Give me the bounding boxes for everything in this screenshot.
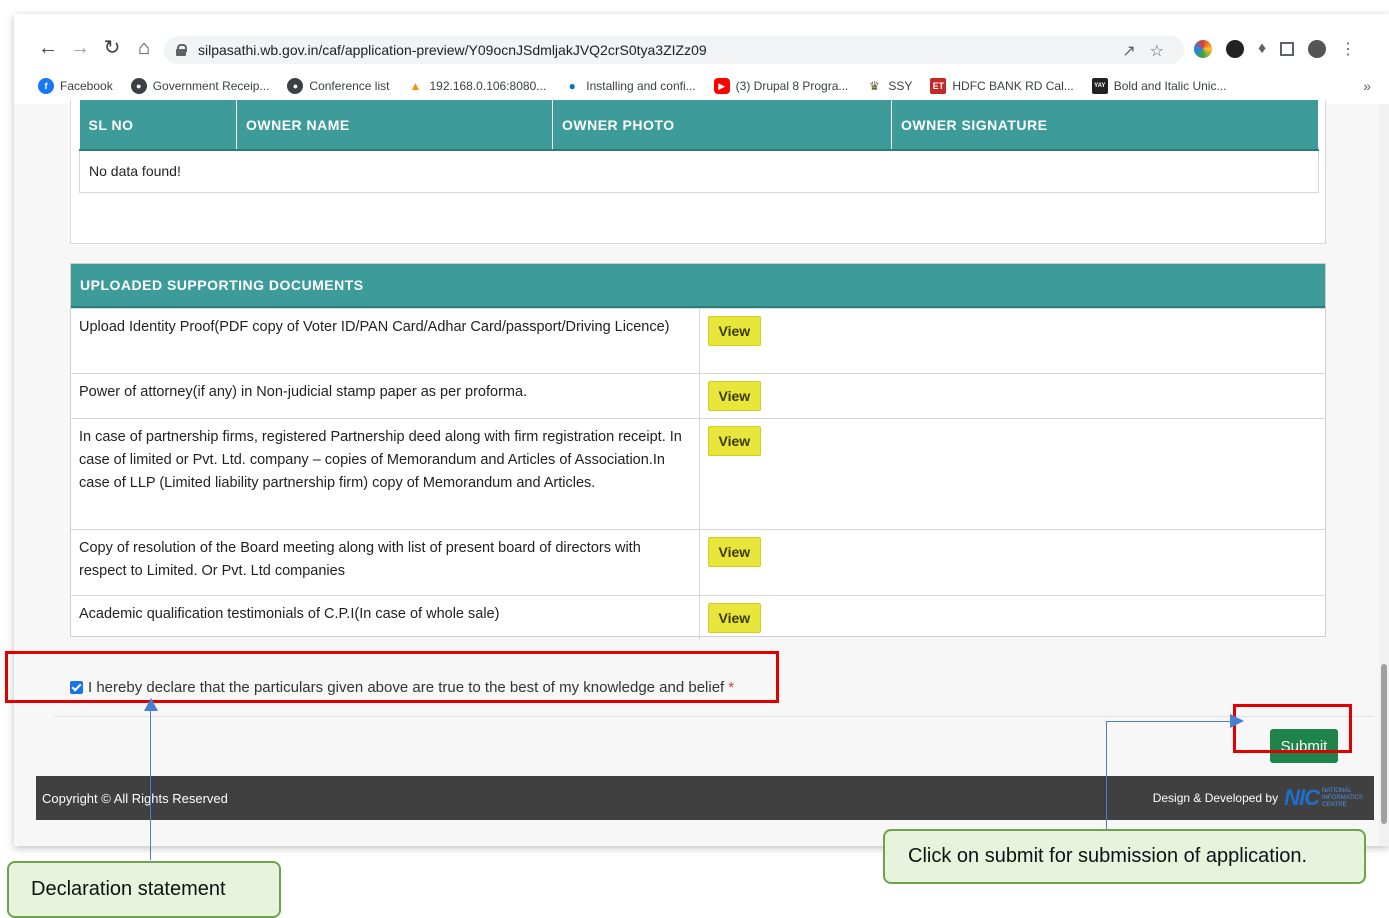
yaytext-icon: YAY	[1091, 78, 1108, 94]
browser-toolbar: ← → ↻ ⌂ silpasathi.wb.gov.in/caf/applica…	[14, 14, 1389, 70]
owners-table: SL NO OWNER NAME OWNER PHOTO OWNER SIGNA…	[79, 100, 1319, 193]
bookmarks-more-icon[interactable]: »	[1363, 78, 1371, 94]
lock-icon	[176, 44, 187, 56]
et-icon: ET	[930, 78, 947, 94]
youtube-icon: ▶	[713, 78, 730, 94]
bookmark-government-receipt[interactable]: ● Government Receip...	[130, 78, 269, 94]
address-bar[interactable]: silpasathi.wb.gov.in/caf/application-pre…	[164, 36, 1184, 64]
view-power-of-attorney-button[interactable]: View	[707, 381, 762, 411]
star-icon[interactable]: ☆	[1150, 41, 1164, 61]
home-icon[interactable]: ⌂	[132, 36, 156, 60]
pma-icon: ▲	[409, 79, 422, 93]
submit-area: Submit	[54, 716, 1374, 776]
document-description: Academic qualification testimonials of C…	[71, 595, 700, 640]
page-content: SL NO OWNER NAME OWNER PHOTO OWNER SIGNA…	[14, 100, 1389, 846]
nic-logo: NIC NATIONAL INFORMATICS CENTRE	[1284, 785, 1363, 810]
submit-arrowhead-icon	[1230, 714, 1244, 728]
table-row: No data found!	[79, 149, 1319, 193]
declaration-arrow-line	[150, 710, 151, 860]
facebook-icon: f	[38, 78, 54, 94]
submit-arrow-horizontal	[1106, 721, 1232, 722]
extension-colorpicker-icon[interactable]	[1194, 40, 1212, 58]
view-partnership-deed-button[interactable]: View	[707, 426, 762, 456]
profile-avatar-icon[interactable]	[1308, 40, 1327, 58]
declaration-highlight	[5, 651, 779, 703]
emblem-icon: ♛	[868, 79, 880, 93]
document-description: Power of attorney(if any) in Non-judicia…	[71, 373, 700, 419]
submit-arrow-vertical	[1106, 721, 1107, 831]
bookmark-installing[interactable]: ● Installing and confi...	[564, 78, 696, 94]
scrollbar-thumb[interactable]	[1381, 664, 1387, 824]
back-icon[interactable]: ←	[36, 36, 60, 60]
url-text: silpasathi.wb.gov.in/caf/application-pre…	[198, 42, 707, 58]
page-footer: Copyright © All Rights Reserved Design &…	[36, 776, 1374, 820]
bookmark-bold-italic[interactable]: YAY Bold and Italic Unic...	[1091, 78, 1226, 94]
column-sl-no: SL NO	[79, 100, 237, 151]
documents-panel: UPLOADED SUPPORTING DOCUMENTS Upload Ide…	[70, 263, 1326, 640]
empty-message: No data found!	[79, 149, 1319, 193]
bookmark-pma[interactable]: ▲ 192.168.0.106:8080...	[407, 78, 547, 94]
bookmark-drupal-youtube[interactable]: ▶ (3) Drupal 8 Progra...	[713, 78, 848, 94]
page-scrollbar[interactable]	[1379, 104, 1389, 846]
side-panel-icon[interactable]	[1280, 42, 1295, 56]
bookmark-facebook[interactable]: f Facebook	[38, 78, 113, 94]
drupal-icon: ●	[568, 79, 576, 93]
submit-callout: Click on submit for submission of applic…	[883, 829, 1366, 884]
owners-panel: SL NO OWNER NAME OWNER PHOTO OWNER SIGNA…	[70, 100, 1326, 244]
table-row: Upload Identity Proof(PDF copy of Voter …	[71, 308, 1325, 374]
extensions-puzzle-icon[interactable]: ♦	[1258, 40, 1266, 58]
forward-icon[interactable]: →	[68, 36, 92, 60]
table-row: In case of partnership firms, registered…	[71, 418, 1325, 530]
reload-icon[interactable]: ↻	[100, 36, 124, 60]
column-owner-name: OWNER NAME	[236, 100, 553, 151]
extension-dark-icon[interactable]	[1226, 40, 1244, 58]
documents-heading: UPLOADED SUPPORTING DOCUMENTS	[71, 264, 1325, 308]
submit-highlight	[1233, 704, 1352, 753]
bookmark-conference-list[interactable]: ● Conference list	[287, 78, 389, 94]
table-row: Copy of resolution of the Board meeting …	[71, 529, 1325, 596]
document-description: In case of partnership firms, registered…	[71, 418, 700, 530]
copyright-text: Copyright © All Rights Reserved	[42, 790, 228, 806]
column-owner-signature: OWNER SIGNATURE	[891, 100, 1319, 151]
bookmark-hdfc[interactable]: ET HDFC BANK RD Cal...	[930, 78, 1074, 94]
globe-icon: ●	[287, 78, 304, 94]
bookmarks-bar: f Facebook ● Government Receip... ● Confere…	[14, 74, 1389, 98]
view-identity-proof-button[interactable]: View	[707, 316, 762, 346]
table-row: Academic qualification testimonials of C…	[71, 595, 1325, 640]
document-description: Copy of resolution of the Board meeting …	[71, 529, 700, 596]
credit-text: Design & Developed by	[1152, 791, 1279, 805]
declaration-arrowhead-icon	[144, 698, 158, 711]
globe-icon: ●	[130, 78, 147, 94]
declaration-callout: Declaration statement	[7, 861, 281, 918]
column-owner-photo: OWNER PHOTO	[552, 100, 892, 151]
table-row: Power of attorney(if any) in Non-judicia…	[71, 373, 1325, 419]
bookmark-ssy[interactable]: ♛ SSY	[866, 78, 912, 94]
share-icon[interactable]: ↗	[1122, 41, 1135, 61]
view-board-resolution-button[interactable]: View	[707, 537, 762, 567]
documents-table: Upload Identity Proof(PDF copy of Voter …	[71, 308, 1325, 640]
menu-kebab-icon[interactable]: ⋮	[1340, 39, 1356, 59]
document-description: Upload Identity Proof(PDF copy of Voter …	[71, 308, 700, 374]
view-academic-qualification-button[interactable]: View	[707, 603, 762, 633]
